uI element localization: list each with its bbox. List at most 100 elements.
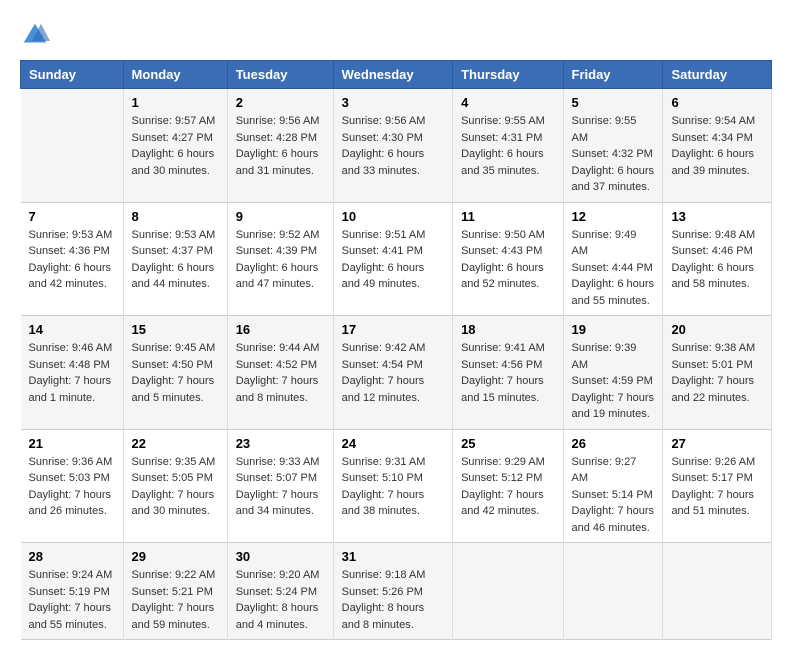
sunrise-text: Sunrise: 9:53 AM — [132, 227, 219, 244]
daylight-text: Daylight: 6 hours and 42 minutes. — [29, 260, 115, 293]
sunset-text: Sunset: 5:10 PM — [342, 470, 444, 487]
sunset-text: Sunset: 4:44 PM — [572, 260, 655, 277]
sunrise-text: Sunrise: 9:31 AM — [342, 454, 444, 471]
daylight-text: Daylight: 7 hours and 51 minutes. — [671, 487, 763, 520]
day-info: Sunrise: 9:38 AMSunset: 5:01 PMDaylight:… — [671, 340, 763, 406]
day-cell — [21, 89, 124, 203]
day-number: 11 — [461, 209, 554, 224]
sunrise-text: Sunrise: 9:41 AM — [461, 340, 554, 357]
day-info: Sunrise: 9:41 AMSunset: 4:56 PMDaylight:… — [461, 340, 554, 406]
sunset-text: Sunset: 4:28 PM — [236, 130, 325, 147]
day-number: 22 — [132, 436, 219, 451]
week-row-1: 1Sunrise: 9:57 AMSunset: 4:27 PMDaylight… — [21, 89, 772, 203]
day-number: 7 — [29, 209, 115, 224]
sunset-text: Sunset: 5:26 PM — [342, 584, 444, 601]
day-cell: 12Sunrise: 9:49 AMSunset: 4:44 PMDayligh… — [563, 202, 663, 316]
day-info: Sunrise: 9:44 AMSunset: 4:52 PMDaylight:… — [236, 340, 325, 406]
day-cell: 21Sunrise: 9:36 AMSunset: 5:03 PMDayligh… — [21, 429, 124, 543]
day-info: Sunrise: 9:52 AMSunset: 4:39 PMDaylight:… — [236, 227, 325, 293]
sunset-text: Sunset: 4:48 PM — [29, 357, 115, 374]
day-info: Sunrise: 9:20 AMSunset: 5:24 PMDaylight:… — [236, 567, 325, 633]
sunrise-text: Sunrise: 9:39 AM — [572, 340, 655, 373]
sunrise-text: Sunrise: 9:38 AM — [671, 340, 763, 357]
sunset-text: Sunset: 4:37 PM — [132, 243, 219, 260]
day-cell: 5Sunrise: 9:55 AMSunset: 4:32 PMDaylight… — [563, 89, 663, 203]
day-number: 16 — [236, 322, 325, 337]
sunset-text: Sunset: 5:24 PM — [236, 584, 325, 601]
daylight-text: Daylight: 7 hours and 15 minutes. — [461, 373, 554, 406]
day-cell — [563, 543, 663, 640]
sunrise-text: Sunrise: 9:56 AM — [236, 113, 325, 130]
day-number: 1 — [132, 95, 219, 110]
day-info: Sunrise: 9:31 AMSunset: 5:10 PMDaylight:… — [342, 454, 444, 520]
day-number: 24 — [342, 436, 444, 451]
daylight-text: Daylight: 6 hours and 58 minutes. — [671, 260, 763, 293]
day-number: 9 — [236, 209, 325, 224]
daylight-text: Daylight: 7 hours and 12 minutes. — [342, 373, 444, 406]
day-cell: 29Sunrise: 9:22 AMSunset: 5:21 PMDayligh… — [123, 543, 227, 640]
day-cell: 6Sunrise: 9:54 AMSunset: 4:34 PMDaylight… — [663, 89, 772, 203]
sunrise-text: Sunrise: 9:55 AM — [572, 113, 655, 146]
day-number: 27 — [671, 436, 763, 451]
sunrise-text: Sunrise: 9:56 AM — [342, 113, 444, 130]
day-header-sunday: Sunday — [21, 61, 124, 89]
daylight-text: Daylight: 8 hours and 8 minutes. — [342, 600, 444, 633]
day-info: Sunrise: 9:56 AMSunset: 4:28 PMDaylight:… — [236, 113, 325, 179]
day-cell: 28Sunrise: 9:24 AMSunset: 5:19 PMDayligh… — [21, 543, 124, 640]
sunrise-text: Sunrise: 9:53 AM — [29, 227, 115, 244]
day-cell: 2 Sunrise: 9:56 AMSunset: 4:28 PMDaylight… — [227, 89, 333, 203]
day-number: 10 — [342, 209, 444, 224]
day-cell: 3Sunrise: 9:56 AMSunset: 4:30 PMDaylight… — [333, 89, 452, 203]
sunrise-text: Sunrise: 9:44 AM — [236, 340, 325, 357]
day-info: Sunrise: 9:56 AMSunset: 4:30 PMDaylight:… — [342, 113, 444, 179]
daylight-text: Daylight: 6 hours and 49 minutes. — [342, 260, 444, 293]
day-info: Sunrise: 9:48 AMSunset: 4:46 PMDaylight:… — [671, 227, 763, 293]
day-number: 28 — [29, 549, 115, 564]
sunrise-text: Sunrise: 9:51 AM — [342, 227, 444, 244]
daylight-text: Daylight: 7 hours and 55 minutes. — [29, 600, 115, 633]
day-info: Sunrise: 9:51 AMSunset: 4:41 PMDaylight:… — [342, 227, 444, 293]
day-number: 20 — [671, 322, 763, 337]
day-number: 18 — [461, 322, 554, 337]
day-header-wednesday: Wednesday — [333, 61, 452, 89]
sunrise-text: Sunrise: 9:55 AM — [461, 113, 554, 130]
page-header — [20, 20, 772, 50]
week-row-5: 28Sunrise: 9:24 AMSunset: 5:19 PMDayligh… — [21, 543, 772, 640]
day-number: 13 — [671, 209, 763, 224]
sunset-text: Sunset: 4:36 PM — [29, 243, 115, 260]
day-info: Sunrise: 9:29 AMSunset: 5:12 PMDaylight:… — [461, 454, 554, 520]
sunset-text: Sunset: 5:14 PM — [572, 487, 655, 504]
sunrise-text: Sunrise: 9:29 AM — [461, 454, 554, 471]
sunset-text: Sunset: 5:12 PM — [461, 470, 554, 487]
day-info: Sunrise: 9:50 AMSunset: 4:43 PMDaylight:… — [461, 227, 554, 293]
day-info: Sunrise: 9:46 AMSunset: 4:48 PMDaylight:… — [29, 340, 115, 406]
sunrise-text: Sunrise: 9:54 AM — [671, 113, 763, 130]
day-info: Sunrise: 9:55 AMSunset: 4:31 PMDaylight:… — [461, 113, 554, 179]
logo-icon — [20, 20, 50, 50]
day-number: 15 — [132, 322, 219, 337]
daylight-text: Daylight: 6 hours and 52 minutes. — [461, 260, 554, 293]
sunset-text: Sunset: 5:07 PM — [236, 470, 325, 487]
day-cell: 31Sunrise: 9:18 AMSunset: 5:26 PMDayligh… — [333, 543, 452, 640]
sunrise-text: Sunrise: 9:24 AM — [29, 567, 115, 584]
day-number: 2 — [236, 95, 325, 110]
day-info: Sunrise: 9:35 AMSunset: 5:05 PMDaylight:… — [132, 454, 219, 520]
day-cell: 19Sunrise: 9:39 AMSunset: 4:59 PMDayligh… — [563, 316, 663, 430]
sunset-text: Sunset: 4:32 PM — [572, 146, 655, 163]
day-cell: 24 Sunrise: 9:31 AMSunset: 5:10 PMDayligh… — [333, 429, 452, 543]
day-header-saturday: Saturday — [663, 61, 772, 89]
sunset-text: Sunset: 4:27 PM — [132, 130, 219, 147]
day-cell: 17Sunrise: 9:42 AMSunset: 4:54 PMDayligh… — [333, 316, 452, 430]
daylight-text: Daylight: 7 hours and 22 minutes. — [671, 373, 763, 406]
day-info: Sunrise: 9:53 AMSunset: 4:37 PMDaylight:… — [132, 227, 219, 293]
day-cell: 13 Sunrise: 9:48 AMSunset: 4:46 PMDayligh… — [663, 202, 772, 316]
day-cell: 20 Sunrise: 9:38 AMSunset: 5:01 PMDayligh… — [663, 316, 772, 430]
daylight-text: Daylight: 6 hours and 35 minutes. — [461, 146, 554, 179]
day-number: 29 — [132, 549, 219, 564]
daylight-text: Daylight: 6 hours and 33 minutes. — [342, 146, 444, 179]
day-cell: 30Sunrise: 9:20 AMSunset: 5:24 PMDayligh… — [227, 543, 333, 640]
sunset-text: Sunset: 5:17 PM — [671, 470, 763, 487]
day-cell: 23Sunrise: 9:33 AMSunset: 5:07 PMDayligh… — [227, 429, 333, 543]
day-cell — [453, 543, 563, 640]
day-header-friday: Friday — [563, 61, 663, 89]
